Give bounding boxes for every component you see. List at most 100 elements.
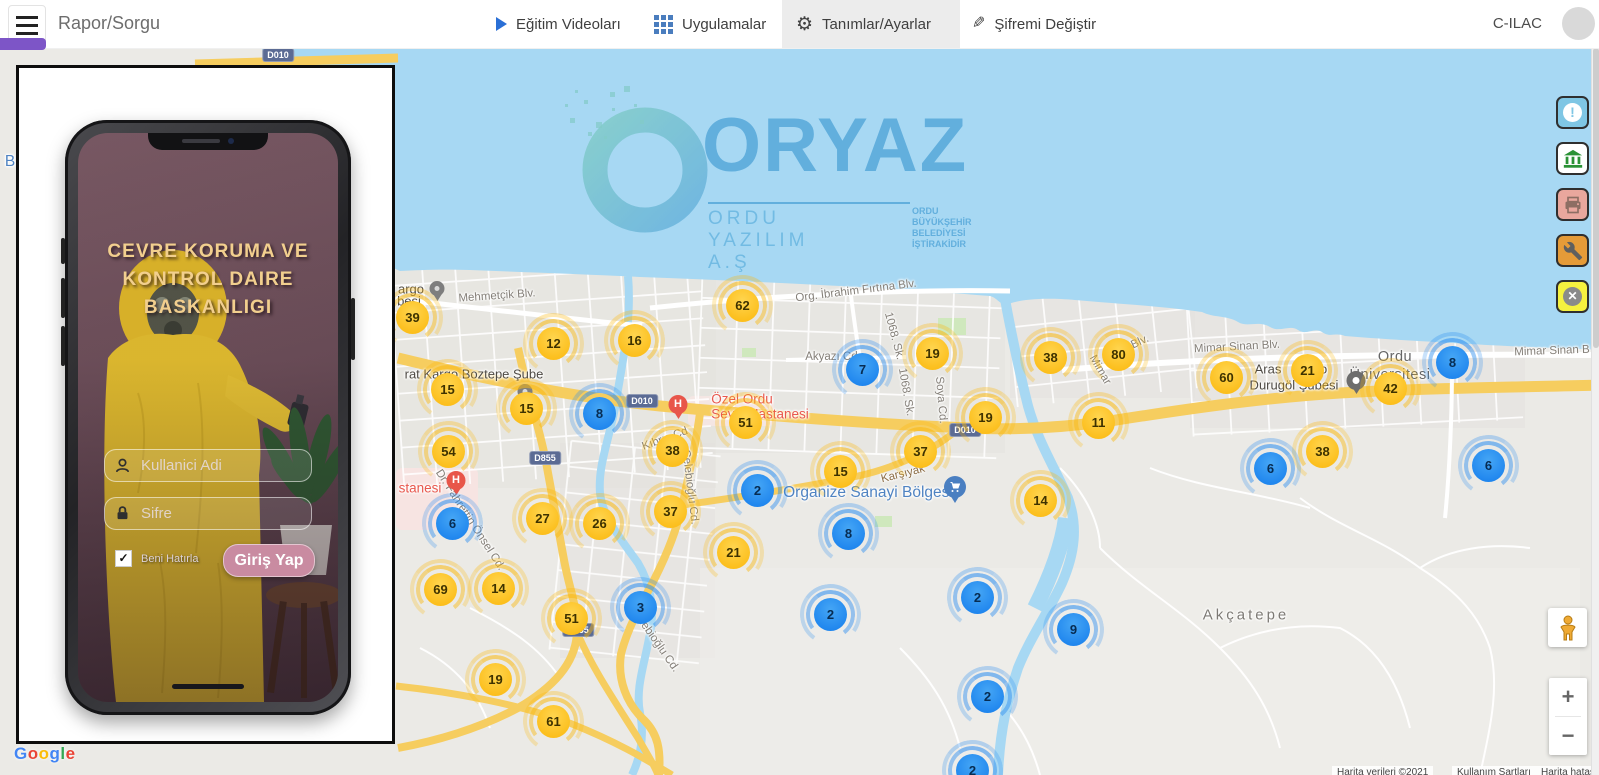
- report-error-link[interactable]: Harita hatası bildirin: [1536, 766, 1599, 775]
- print-button[interactable]: [1556, 188, 1589, 221]
- top-bar: Rapor/Sorgu Eğitim Videoları Uygulamalar…: [0, 0, 1599, 49]
- tools-button[interactable]: [1556, 234, 1589, 267]
- cluster-marker[interactable]: 15: [510, 392, 543, 425]
- cluster-marker[interactable]: 26: [583, 507, 616, 540]
- pegman-icon: [1559, 615, 1576, 640]
- hospital-pin[interactable]: H: [668, 395, 688, 414]
- google-logo[interactable]: Google: [14, 744, 76, 764]
- cluster-marker[interactable]: 6: [1254, 452, 1287, 485]
- wrench-icon: [1563, 241, 1582, 260]
- cluster-marker[interactable]: 38: [1034, 341, 1067, 374]
- phone-mockup: CEVRE KORUMA VE KONTROL DAIRE BASKANLIGI…: [61, 120, 355, 715]
- cluster-marker[interactable]: 60: [1210, 361, 1243, 394]
- map-label: Akçatepe: [1202, 606, 1290, 624]
- map-label: stanesi: [398, 480, 442, 496]
- cluster-marker[interactable]: 8: [1436, 346, 1469, 379]
- login-preview-panel: CEVRE KORUMA VE KONTROL DAIRE BASKANLIGI…: [16, 65, 395, 744]
- cluster-marker[interactable]: 69: [424, 573, 457, 606]
- cluster-marker[interactable]: 2: [956, 754, 989, 775]
- user-icon: [115, 458, 130, 473]
- cluster-marker[interactable]: 42: [1374, 372, 1407, 405]
- cluster-marker[interactable]: 19: [969, 401, 1002, 434]
- remember-me-row: ✓ Beni Hatırla: [115, 550, 198, 567]
- cluster-marker[interactable]: 38: [656, 434, 689, 467]
- cluster-marker[interactable]: 11: [1082, 406, 1115, 439]
- cluster-marker[interactable]: 39: [396, 301, 429, 334]
- close-button[interactable]: ✕: [1556, 280, 1589, 313]
- cluster-marker[interactable]: 8: [832, 517, 865, 550]
- scrollbar-thumb[interactable]: [1593, 48, 1599, 348]
- map-copyright: Harita verileri ©2021: [1332, 766, 1434, 775]
- cluster-marker[interactable]: 38: [1306, 435, 1339, 468]
- scrollbar[interactable]: [1591, 48, 1599, 775]
- cluster-marker[interactable]: 12: [537, 327, 570, 360]
- street-view-pegman[interactable]: [1548, 608, 1587, 647]
- road-shield: D855: [530, 452, 560, 464]
- bank-icon: [1563, 149, 1582, 168]
- cluster-marker[interactable]: 14: [482, 572, 515, 605]
- cluster-marker[interactable]: 19: [479, 663, 512, 696]
- user-name: C-ILAC: [1492, 15, 1542, 32]
- cluster-marker[interactable]: 16: [618, 324, 651, 357]
- cluster-marker[interactable]: 37: [904, 435, 937, 468]
- cluster-marker[interactable]: 51: [729, 406, 762, 439]
- cluster-marker[interactable]: 2: [814, 598, 847, 631]
- cluster-marker[interactable]: 7: [846, 353, 879, 386]
- road-shield: D010: [263, 49, 293, 61]
- app-window: ORYAZ ORDU YAZILIM A.Ş ORDU BÜYÜKŞEHİR B…: [0, 0, 1599, 775]
- menu-item-training-videos[interactable]: Eğitim Videoları: [482, 0, 635, 48]
- cluster-marker[interactable]: 6: [1472, 449, 1505, 482]
- zoom-control: + −: [1549, 678, 1587, 755]
- menu-item-settings[interactable]: ⚙ Tanımlar/Ayarlar: [782, 0, 960, 48]
- alert-button[interactable]: !: [1556, 96, 1589, 129]
- gear-icon: ⚙: [796, 13, 814, 35]
- login-button[interactable]: Giriş Yap: [223, 544, 315, 577]
- bank-button[interactable]: [1556, 142, 1589, 175]
- cluster-marker[interactable]: 8: [583, 397, 616, 430]
- cluster-marker[interactable]: 19: [916, 337, 949, 370]
- cluster-marker[interactable]: 61: [537, 705, 570, 738]
- menu-item-applications[interactable]: Uygulamalar: [640, 0, 780, 48]
- phone-screen: CEVRE KORUMA VE KONTROL DAIRE BASKANLIGI…: [78, 133, 338, 702]
- page-title: Rapor/Sorgu: [58, 13, 161, 33]
- cluster-marker[interactable]: 2: [961, 581, 994, 614]
- sidebar-accent: [0, 38, 46, 50]
- exclamation-icon: !: [1563, 103, 1582, 122]
- menu-item-change-password[interactable]: ✎ Şifremi Değiştir: [958, 0, 1110, 48]
- cluster-marker[interactable]: 80: [1102, 338, 1135, 371]
- cluster-marker[interactable]: 14: [1024, 484, 1057, 517]
- cluster-marker[interactable]: 62: [726, 289, 759, 322]
- shopping-pin[interactable]: [944, 476, 966, 498]
- remember-checkbox[interactable]: ✓: [115, 550, 132, 567]
- printer-icon: [1565, 196, 1580, 213]
- apps-grid-icon: [654, 14, 673, 34]
- app-title: CEVRE KORUMA VE KONTROL DAIRE BASKANLIGI: [107, 241, 309, 318]
- cluster-marker[interactable]: 27: [526, 502, 559, 535]
- map-label: Organize Sanayi Bölgesi: [783, 484, 953, 501]
- cluster-marker[interactable]: 2: [971, 680, 1004, 713]
- avatar[interactable]: [1562, 7, 1595, 40]
- pencil-icon: ✎: [972, 15, 986, 32]
- lock-icon: [117, 506, 128, 520]
- cluster-marker[interactable]: 37: [654, 495, 687, 528]
- remember-label: Beni Hatırla: [141, 552, 199, 565]
- terms-link[interactable]: Kullanım Şartları: [1452, 766, 1536, 775]
- cluster-marker[interactable]: 15: [824, 455, 857, 488]
- cluster-marker[interactable]: 9: [1057, 613, 1090, 646]
- zoom-out-button[interactable]: −: [1549, 717, 1587, 755]
- cluster-marker[interactable]: 6: [436, 507, 469, 540]
- cluster-marker[interactable]: 51: [555, 602, 588, 635]
- play-icon: [496, 17, 507, 31]
- cluster-marker[interactable]: 21: [717, 536, 750, 569]
- cluster-marker[interactable]: 2: [741, 474, 774, 507]
- cluster-marker[interactable]: 3: [624, 591, 657, 624]
- username-input[interactable]: [104, 449, 312, 482]
- map-label: B: [4, 153, 16, 170]
- zoom-in-button[interactable]: +: [1549, 678, 1587, 716]
- home-indicator: [172, 684, 244, 689]
- password-input[interactable]: [104, 497, 312, 530]
- cluster-marker[interactable]: 15: [431, 373, 464, 406]
- cluster-marker[interactable]: 21: [1291, 354, 1324, 387]
- phone-notch: [148, 133, 268, 150]
- cluster-marker[interactable]: 54: [432, 435, 465, 468]
